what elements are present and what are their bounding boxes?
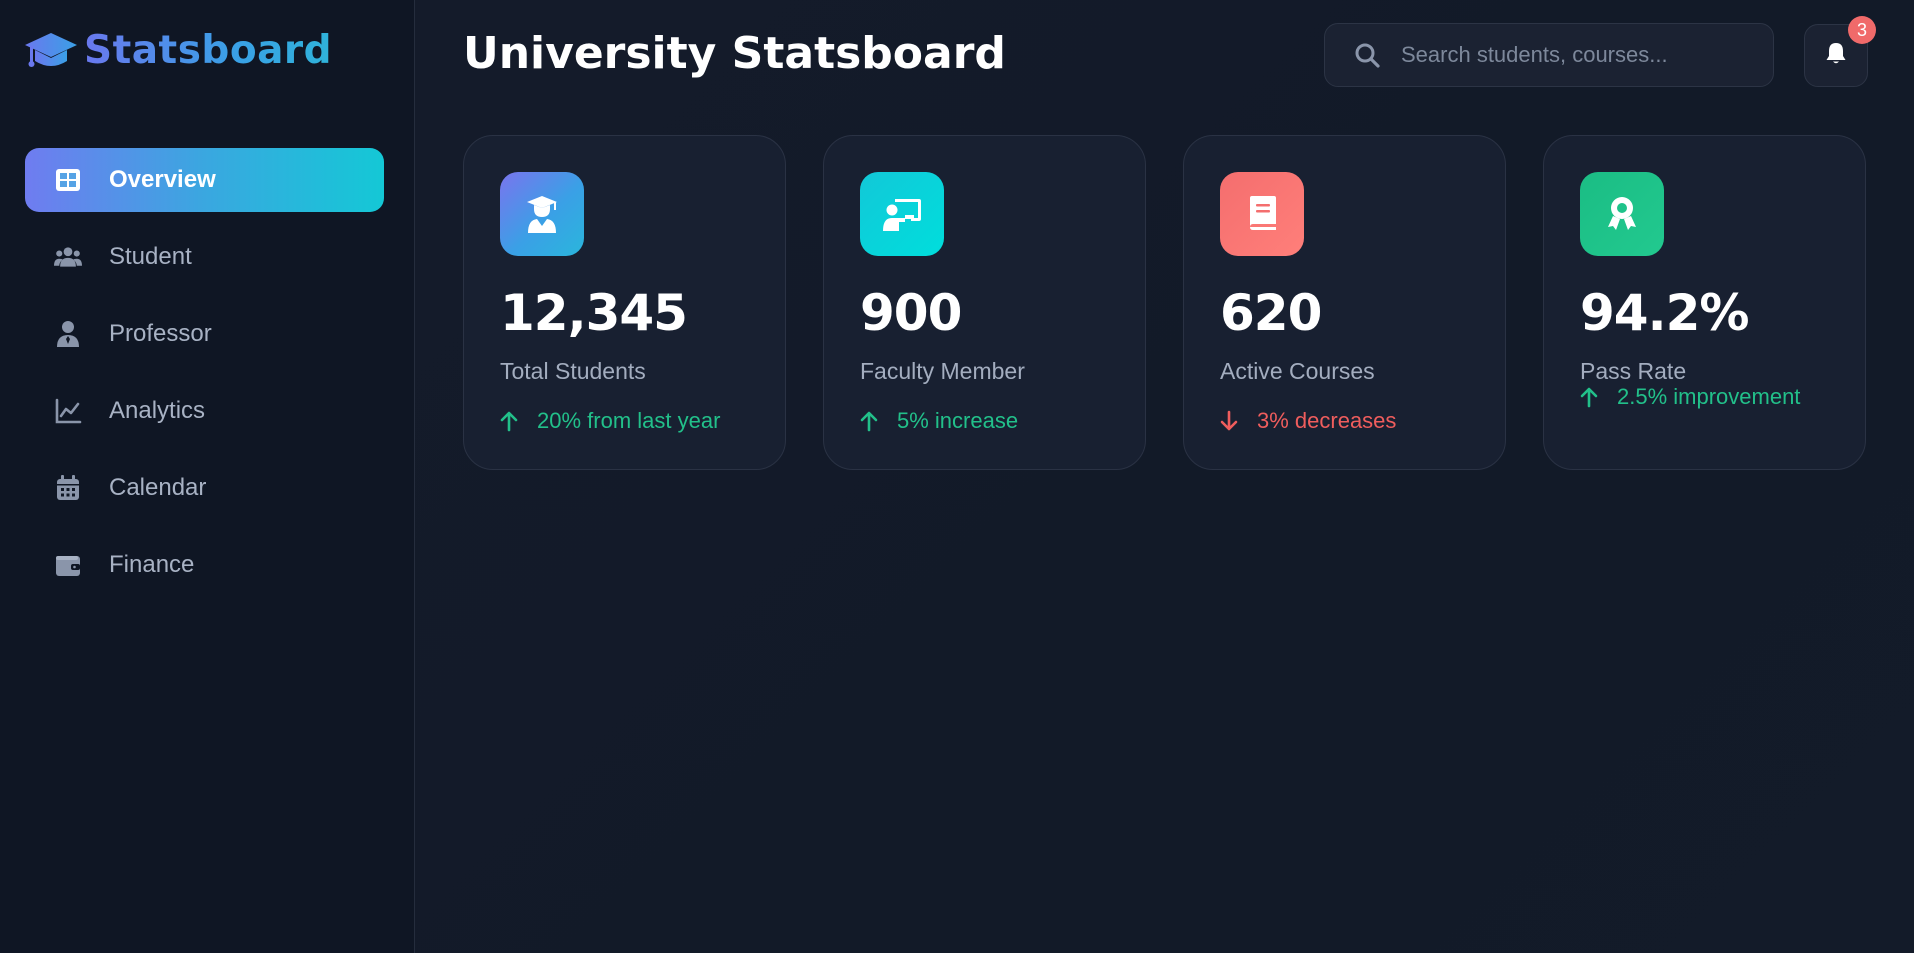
user-graduate-icon	[500, 172, 584, 256]
stat-trend-text: 5% increase	[897, 408, 1019, 433]
stat-trend-text: 2.5% improvement	[1617, 384, 1801, 409]
sidebar-nav: Overview Student Professor Analytics Cal…	[25, 148, 384, 610]
sidebar-item-label: Overview	[109, 166, 216, 193]
arrow-down-icon	[1220, 410, 1240, 432]
brand-name: Statsboard	[84, 28, 333, 73]
chalkboard-teacher-icon	[860, 172, 944, 256]
page-title: University Statsboard	[463, 28, 1006, 79]
stat-card-total-students: 12,345 Total Students 20% from last year	[463, 135, 786, 470]
search-bar[interactable]	[1324, 23, 1774, 87]
stat-trend: 2.5% improvement	[1580, 384, 1800, 410]
notification-badge: 3	[1848, 16, 1876, 44]
sidebar-item-professor[interactable]: Professor	[25, 302, 384, 366]
award-icon	[1580, 172, 1664, 256]
sidebar-item-label: Professor	[109, 320, 212, 347]
sidebar-item-finance[interactable]: Finance	[25, 533, 384, 597]
sidebar-item-overview[interactable]: Overview	[25, 148, 384, 212]
stat-label: Faculty Member	[860, 358, 1025, 384]
professor-icon	[53, 319, 83, 349]
wallet-icon	[53, 550, 83, 580]
stat-label: Pass Rate	[1580, 358, 1687, 384]
stat-value: 12,345	[500, 284, 688, 342]
arrow-up-icon	[500, 410, 520, 432]
main-content: University Statsboard 3 12,345 Total Stu…	[415, 0, 1914, 953]
sidebar-item-label: Student	[109, 243, 192, 270]
stat-value: 620	[1220, 284, 1322, 342]
bell-icon	[1825, 41, 1847, 70]
stat-trend: 20% from last year	[500, 408, 720, 434]
graduation-cap-icon	[24, 29, 78, 73]
sidebar: Statsboard Overview Student Professor An…	[0, 0, 415, 953]
stat-label: Active Courses	[1220, 358, 1375, 384]
grid-icon	[53, 165, 83, 195]
stat-trend-text: 3% decreases	[1257, 408, 1397, 433]
arrow-up-icon	[860, 410, 880, 432]
stat-card-faculty: 900 Faculty Member 5% increase	[823, 135, 1146, 470]
sidebar-item-analytics[interactable]: Analytics	[25, 379, 384, 443]
stat-value: 900	[860, 284, 962, 342]
sidebar-item-label: Finance	[109, 551, 195, 578]
stat-card-pass-rate: 94.2% Pass Rate 2.5% improvement	[1543, 135, 1866, 470]
stat-trend: 5% increase	[860, 408, 1018, 434]
sidebar-item-student[interactable]: Student	[25, 225, 384, 289]
app: Statsboard Overview Student Professor An…	[0, 0, 1914, 953]
sidebar-item-label: Analytics	[109, 397, 206, 424]
brand-logo[interactable]: Statsboard	[24, 28, 332, 73]
stat-card-courses: 620 Active Courses 3% decreases	[1183, 135, 1506, 470]
calendar-icon	[53, 473, 83, 503]
stat-trend-text: 20% from last year	[537, 408, 721, 433]
stats-cards: 12,345 Total Students 20% from last year…	[463, 135, 1866, 470]
stat-trend: 3% decreases	[1220, 408, 1396, 434]
users-icon	[53, 242, 83, 272]
sidebar-item-label: Calendar	[109, 474, 207, 501]
stat-label: Total Students	[500, 358, 646, 384]
book-icon	[1220, 172, 1304, 256]
search-icon	[1353, 40, 1383, 70]
stat-value: 94.2%	[1580, 284, 1749, 342]
chart-line-icon	[53, 396, 83, 426]
arrow-up-icon	[1580, 386, 1600, 408]
sidebar-item-calendar[interactable]: Calendar	[25, 456, 384, 520]
search-input[interactable]	[1401, 42, 1741, 68]
